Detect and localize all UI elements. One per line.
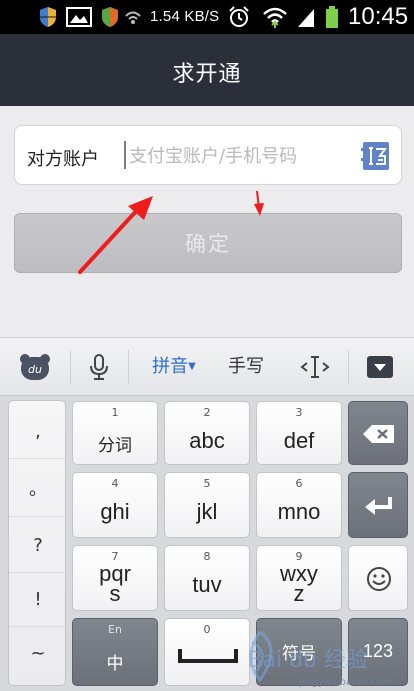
key-8-tuv[interactable]: 8 tuv [164, 545, 250, 611]
account-field-container[interactable]: 对方账户 [14, 125, 402, 185]
contacts-icon[interactable] [361, 140, 391, 172]
network-speed: 1.54 KB/S [150, 8, 220, 25]
backspace-key[interactable] [348, 401, 408, 465]
status-bar: 1.54 KB/S 10:45 [0, 0, 414, 34]
key-6-mno[interactable]: 6 mno [256, 472, 342, 538]
clock: 10:45 [348, 3, 409, 30]
wifi-icon [263, 7, 287, 28]
text-caret [124, 141, 126, 169]
toolbar-divider [128, 350, 129, 384]
wifi-small-icon [125, 11, 141, 24]
punctuation-key[interactable]: , [9, 405, 67, 459]
title-bar: 求开通 [0, 34, 414, 106]
toolbar-divider [348, 350, 349, 384]
symbol-key[interactable]: 符号 [256, 618, 342, 686]
numbers-key[interactable]: 123 [348, 618, 408, 686]
key-3-def[interactable]: 3 def [256, 401, 342, 465]
account-label: 对方账户 [27, 149, 99, 170]
key-1-fenci[interactable]: 1 分词 [72, 401, 158, 465]
account-input[interactable] [129, 140, 359, 172]
enter-key[interactable] [348, 472, 408, 538]
punctuation-key[interactable]: ~ [9, 627, 67, 681]
microphone-icon[interactable] [86, 352, 112, 382]
punctuation-key[interactable]: 。 [9, 463, 67, 517]
key-2-abc[interactable]: 2 abc [164, 401, 250, 465]
smiley-icon [367, 567, 391, 591]
space-bar-icon [178, 649, 238, 663]
alarm-icon [229, 6, 249, 27]
key-5-jkl[interactable]: 5 jkl [164, 472, 250, 538]
battery-icon [326, 6, 338, 28]
caret-down-icon: ▼ [188, 361, 196, 372]
pinyin-mode-tab[interactable]: 拼音▼ [146, 352, 202, 382]
language-switch-key[interactable]: En 中 [72, 618, 158, 686]
baidu-du-logo-icon[interactable]: du [18, 352, 52, 382]
key-4-ghi[interactable]: 4 ghi [72, 472, 158, 538]
confirm-button[interactable]: 确定 [14, 213, 402, 273]
keypad: , 。 ? ! ~ 1 分词 2 abc 3 def 4 ghi 5 jkl 6… [0, 396, 414, 691]
key-9-wxyz[interactable]: 9 wxy z [256, 545, 342, 611]
security-shield-icon [102, 7, 118, 27]
keyboard-toolbar: du 拼音▼ 手写 [0, 338, 414, 396]
ime-keyboard: du 拼音▼ 手写 , 。 ? ! ~ 1 分词 2 abc 3 def 4 g… [0, 337, 414, 691]
page-title: 求开通 [172, 62, 242, 87]
hide-keyboard-icon[interactable] [364, 352, 396, 382]
key-7-pqrs[interactable]: 7 pqr s [72, 545, 158, 611]
backspace-icon [363, 425, 394, 443]
punctuation-column[interactable]: , 。 ? ! ~ [8, 400, 67, 686]
space-key[interactable]: 0 [164, 618, 250, 686]
emoji-key[interactable] [348, 545, 408, 611]
cursor-move-icon[interactable] [298, 352, 332, 382]
image-icon [66, 7, 92, 27]
handwriting-mode-tab[interactable]: 手写 [222, 352, 270, 382]
shield-icon [40, 7, 56, 27]
punctuation-key[interactable]: ! [9, 573, 67, 627]
enter-icon [365, 497, 392, 515]
signal-icon [298, 9, 314, 27]
svg-text:du: du [28, 363, 42, 376]
toolbar-divider [70, 350, 71, 384]
punctuation-key[interactable]: ? [9, 519, 67, 573]
